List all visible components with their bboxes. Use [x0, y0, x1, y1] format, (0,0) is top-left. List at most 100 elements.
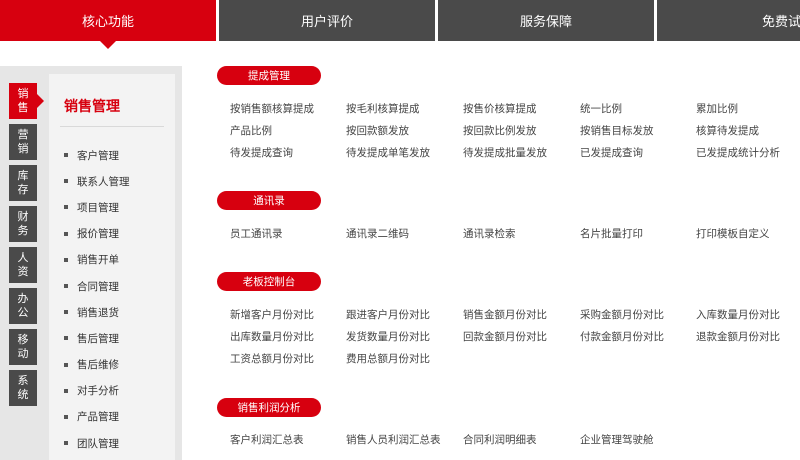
- bullet-icon: [64, 336, 68, 341]
- feature-link[interactable]: 出库数量月份对比: [230, 329, 314, 344]
- side-tab-label: 移动: [17, 333, 29, 360]
- feature-link[interactable]: 待发提成单笔发放: [346, 145, 430, 160]
- feature-link[interactable]: 按毛利核算提成: [346, 101, 420, 116]
- feature-link[interactable]: 合同利润明细表: [463, 432, 537, 447]
- feature-link[interactable]: 入库数量月份对比: [696, 307, 780, 322]
- bullet-icon: [64, 388, 68, 393]
- feature-link[interactable]: 付款金额月份对比: [580, 329, 664, 344]
- tab-free-trial[interactable]: 免费试用: [657, 0, 800, 41]
- side-tab-mobile[interactable]: 移动: [9, 329, 37, 365]
- side-tab-system[interactable]: 系统: [9, 370, 37, 406]
- feature-link[interactable]: 名片批量打印: [580, 226, 643, 241]
- side-tab-label: 人资: [17, 251, 29, 278]
- feature-link[interactable]: 按回款额发放: [346, 123, 409, 138]
- feature-link[interactable]: 发货数量月份对比: [346, 329, 430, 344]
- feature-link[interactable]: 待发提成批量发放: [463, 145, 547, 160]
- side-tab-label: 库存: [17, 169, 29, 196]
- feature-link[interactable]: 跟进客户月份对比: [346, 307, 430, 322]
- group-title-boss-console: 老板控制台: [217, 272, 321, 291]
- feature-link[interactable]: 采购金额月份对比: [580, 307, 664, 322]
- tab-core-features[interactable]: 核心功能: [0, 0, 216, 49]
- feature-link[interactable]: 回款金额月份对比: [463, 329, 547, 344]
- tab-label: 用户评价: [300, 15, 353, 30]
- feature-link[interactable]: 已发提成统计分析: [696, 145, 780, 160]
- submenu-item-label: 团队管理: [77, 437, 119, 450]
- feature-link[interactable]: 退款金额月份对比: [696, 329, 780, 344]
- feature-link[interactable]: 客户利润汇总表: [230, 432, 304, 447]
- feature-link[interactable]: 销售人员利润汇总表: [346, 432, 441, 447]
- section-title: 销售管理: [64, 99, 120, 115]
- active-tab-caret: [100, 41, 116, 49]
- side-tab-hr[interactable]: 人资: [9, 247, 37, 283]
- side-tab-marketing[interactable]: 营销: [9, 124, 37, 160]
- tab-label: 核心功能: [81, 15, 134, 30]
- feature-link[interactable]: 通讯录二维码: [346, 226, 409, 241]
- submenu-item-quotes[interactable]: 报价管理: [64, 221, 130, 247]
- group-title-commission: 提成管理: [217, 66, 321, 85]
- submenu-item-team[interactable]: 团队管理: [64, 430, 130, 456]
- tab-user-reviews[interactable]: 用户评价: [219, 0, 435, 41]
- section-divider: [60, 126, 164, 127]
- submenu-item-label: 销售退货: [77, 306, 119, 319]
- feature-link[interactable]: 产品比例: [230, 123, 272, 138]
- feature-link[interactable]: 累加比例: [696, 101, 738, 116]
- bullet-icon: [64, 441, 68, 446]
- group-title-directory: 通讯录: [217, 191, 321, 210]
- bullet-icon: [64, 205, 68, 210]
- submenu-item-customers[interactable]: 客户管理: [64, 142, 130, 168]
- bullet-icon: [64, 231, 68, 236]
- submenu-item-competitors[interactable]: 对手分析: [64, 378, 130, 404]
- submenu-item-repair[interactable]: 售后维修: [64, 352, 130, 378]
- bullet-icon: [64, 310, 68, 315]
- submenu-item-label: 对手分析: [77, 385, 119, 398]
- submenu-item-after-sales[interactable]: 售后管理: [64, 325, 130, 351]
- submenu-item-label: 项目管理: [77, 201, 119, 214]
- side-tab-label: 财务: [17, 210, 29, 237]
- group-title-profit-analysis: 销售利润分析: [217, 398, 321, 417]
- tab-label: 免费试用: [762, 15, 800, 30]
- feature-link[interactable]: 工资总额月份对比: [230, 351, 314, 366]
- side-tab-label: 营销: [17, 128, 29, 155]
- tab-label: 服务保障: [519, 15, 572, 30]
- feature-link[interactable]: 企业管理驾驶舱: [580, 432, 654, 447]
- submenu-item-label: 销售开单: [77, 254, 119, 267]
- feature-link[interactable]: 按销售额核算提成: [230, 101, 314, 116]
- side-tab-label: 系统: [17, 374, 29, 401]
- bullet-icon: [64, 257, 68, 262]
- bullet-icon: [64, 362, 68, 367]
- submenu-item-sales-orders[interactable]: 销售开单: [64, 247, 130, 273]
- submenu-item-label: 售后维修: [77, 359, 119, 372]
- feature-link[interactable]: 已发提成查询: [580, 145, 643, 160]
- side-tab-inventory[interactable]: 库存: [9, 165, 37, 201]
- submenu-item-label: 产品管理: [77, 411, 119, 424]
- feature-link[interactable]: 新增客户月份对比: [230, 307, 314, 322]
- side-tab-finance[interactable]: 财务: [9, 206, 37, 242]
- submenu-item-label: 合同管理: [77, 280, 119, 293]
- bullet-icon: [64, 179, 68, 184]
- side-tab-office[interactable]: 办公: [9, 288, 37, 324]
- feature-link[interactable]: 按回款比例发放: [463, 123, 537, 138]
- feature-link[interactable]: 通讯录检索: [463, 226, 516, 241]
- submenu-item-label: 售后管理: [77, 332, 119, 345]
- feature-link[interactable]: 销售金额月份对比: [463, 307, 547, 322]
- feature-link[interactable]: 按售价核算提成: [463, 101, 537, 116]
- sales-submenu: 客户管理 联系人管理 项目管理 报价管理 销售开单 合同管理 销售退货 售后管理…: [64, 142, 130, 456]
- submenu-item-returns[interactable]: 销售退货: [64, 299, 130, 325]
- submenu-item-products[interactable]: 产品管理: [64, 404, 130, 430]
- feature-link[interactable]: 费用总额月份对比: [346, 351, 430, 366]
- top-tab-bar: 核心功能 用户评价 服务保障 免费试用: [0, 0, 800, 49]
- feature-link[interactable]: 核算待发提成: [696, 123, 759, 138]
- submenu-item-contracts[interactable]: 合同管理: [64, 273, 130, 299]
- side-tab-sales[interactable]: 销售: [9, 83, 44, 119]
- feature-link[interactable]: 统一比例: [580, 101, 622, 116]
- side-tab-label: 办公: [17, 292, 29, 319]
- feature-link[interactable]: 员工通讯录: [230, 226, 283, 241]
- tab-service-guarantee[interactable]: 服务保障: [438, 0, 654, 41]
- feature-link[interactable]: 待发提成查询: [230, 145, 293, 160]
- bullet-icon: [64, 153, 68, 158]
- bullet-icon: [64, 414, 68, 419]
- submenu-item-contacts[interactable]: 联系人管理: [64, 168, 130, 194]
- submenu-item-projects[interactable]: 项目管理: [64, 194, 130, 220]
- feature-link[interactable]: 打印模板自定义: [696, 226, 770, 241]
- feature-link[interactable]: 按销售目标发放: [580, 123, 654, 138]
